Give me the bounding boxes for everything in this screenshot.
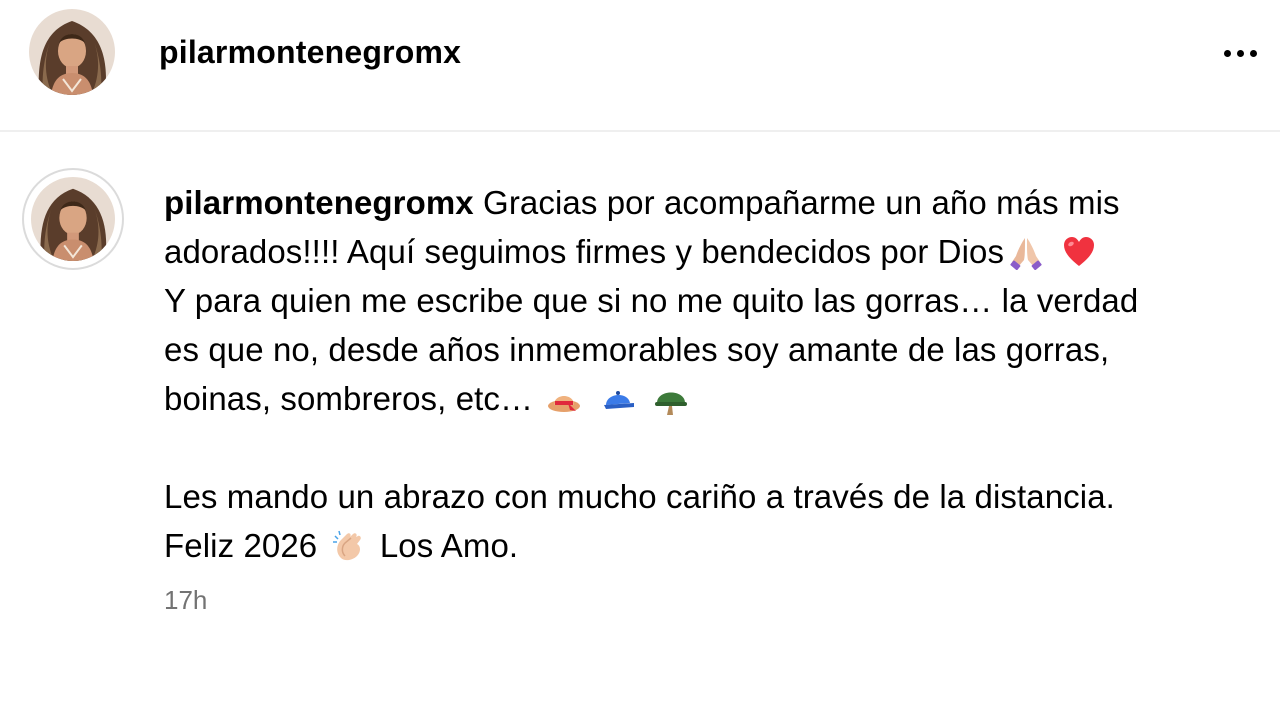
helmet-icon bbox=[654, 392, 687, 415]
more-options-button[interactable] bbox=[1214, 36, 1266, 70]
hat-icon bbox=[548, 396, 581, 412]
header-username-link[interactable]: pilarmontenegromx bbox=[159, 34, 461, 71]
caption-text: boinas, sombreros, etc… bbox=[164, 380, 534, 417]
more-dot-icon bbox=[1223, 49, 1231, 57]
more-dot-icon bbox=[1236, 49, 1244, 57]
cap-icon bbox=[603, 391, 634, 409]
caption-avatar[interactable] bbox=[31, 177, 115, 261]
caption-text: es que no, desde años inmemorables soy a… bbox=[164, 331, 1110, 368]
post-timestamp[interactable]: 17h bbox=[164, 585, 207, 616]
red-heart-icon bbox=[1064, 237, 1095, 266]
post-caption-view: pilarmontenegromx pilarmontenegromx Grac bbox=[0, 0, 1280, 720]
caption-line: es que no, desde años inmemorables soy a… bbox=[164, 325, 1244, 374]
post-caption: pilarmontenegromx Gracias por acompañarm… bbox=[164, 178, 1244, 570]
caption-line: pilarmontenegromx Gracias por acompañarm… bbox=[164, 178, 1244, 227]
header-avatar[interactable] bbox=[29, 9, 115, 95]
caption-line: boinas, sombreros, etc… bbox=[164, 374, 1244, 423]
avatar-photo-icon bbox=[31, 177, 115, 261]
caption-line: Les mando un abrazo con mucho cariño a t… bbox=[164, 472, 1244, 521]
more-dot-icon bbox=[1249, 49, 1257, 57]
avatar-photo-icon bbox=[29, 9, 115, 95]
post-header: pilarmontenegromx bbox=[0, 0, 1280, 132]
caption-username-link[interactable]: pilarmontenegromx bbox=[164, 184, 474, 221]
folded-hands-icon bbox=[1010, 238, 1042, 270]
caption-text: Y para quien me escribe que si no me qui… bbox=[164, 282, 1139, 319]
caption-avatar-ring[interactable] bbox=[22, 168, 124, 270]
caption-text: Los Amo. bbox=[379, 527, 519, 564]
caption-text: Gracias por acompañarme un año más mis bbox=[483, 184, 1120, 221]
caption-line: Y para quien me escribe que si no me qui… bbox=[164, 276, 1244, 325]
caption-line: Feliz 2026 Los Amo. bbox=[164, 521, 1244, 570]
caption-text: adorados!!!! Aquí seguimos firmes y bend… bbox=[164, 233, 1005, 270]
caption-text: Les mando un abrazo con mucho cariño a t… bbox=[164, 478, 1115, 515]
caption-line: adorados!!!! Aquí seguimos firmes y bend… bbox=[164, 227, 1244, 276]
clapping-hands-icon bbox=[332, 530, 361, 561]
caption-text: Feliz 2026 bbox=[164, 527, 318, 564]
